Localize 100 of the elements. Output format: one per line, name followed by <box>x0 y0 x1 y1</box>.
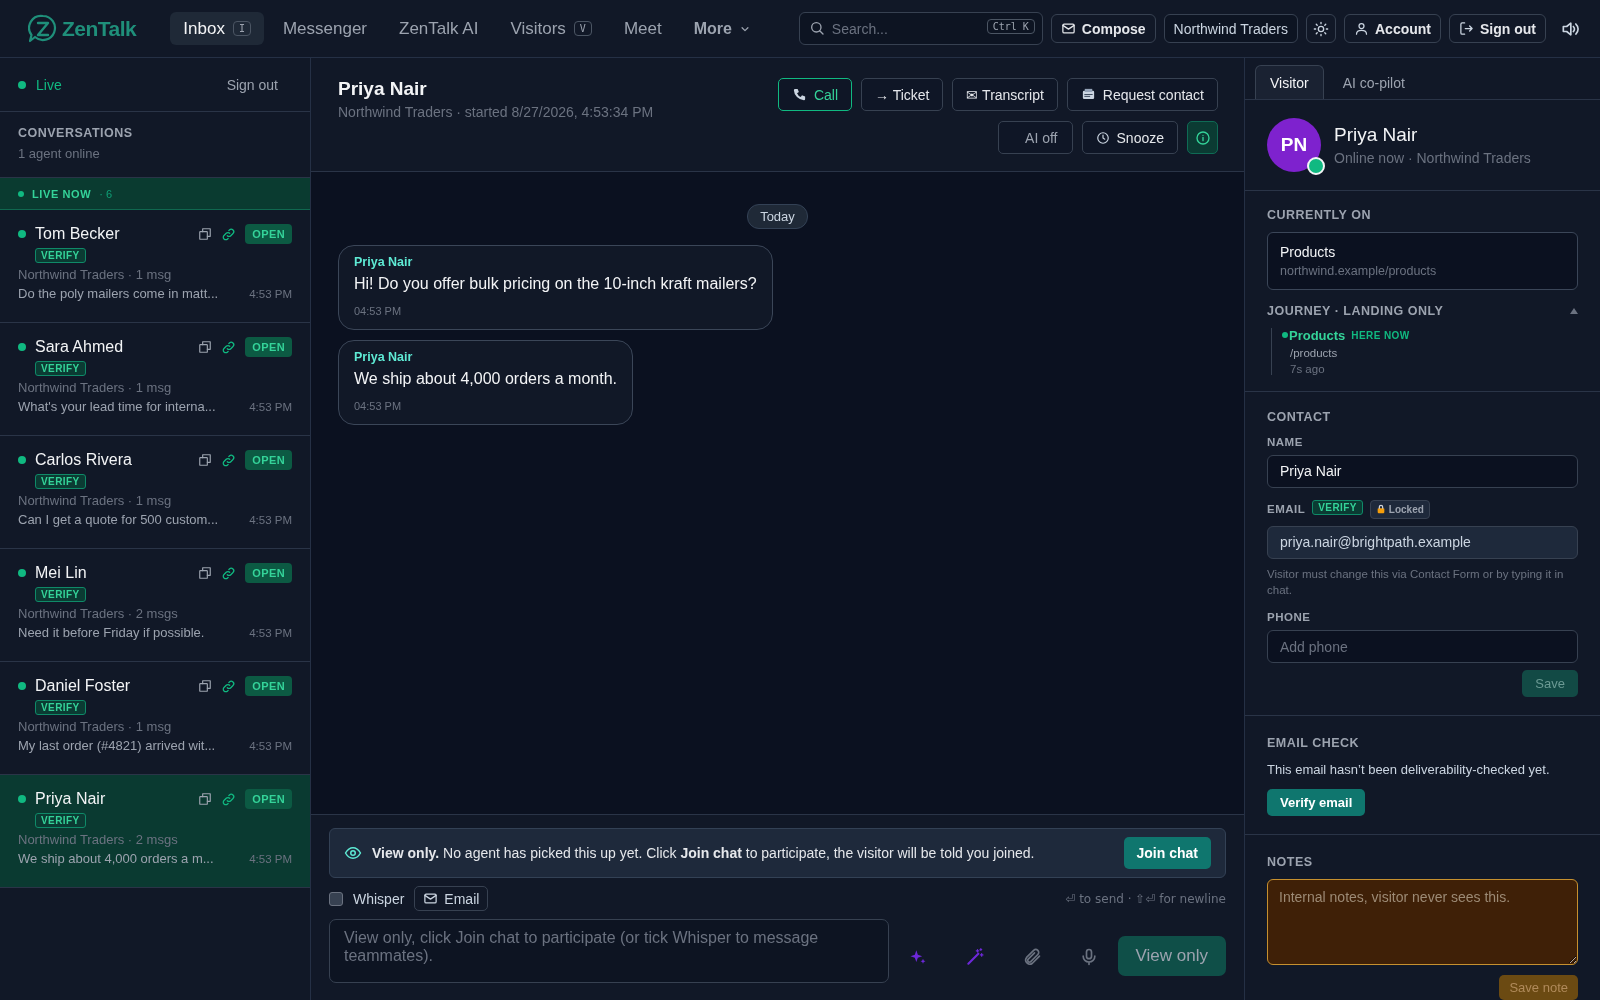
conversation-item[interactable]: Priya Nair OPEN VERIFY Northwind Traders · 2 msgs We ship about 4,000 orders a m... 4:53 PM <box>0 775 310 888</box>
verify-badge: VERIFY <box>1312 499 1363 515</box>
verify-badge: VERIFY <box>35 361 86 376</box>
whisper-label: Whisper <box>353 890 405 907</box>
conversation-item[interactable]: Tom Becker OPEN VERIFY Northwind Traders · 1 msg Do the poly mailers come in matt... 4:53 PM <box>0 210 310 323</box>
visitor-status: Online now · Northwind Traders <box>1334 149 1531 166</box>
banner-text: View only. No agent has picked this up yet. Click Join chat to participate, the visitor will be told you joined. <box>372 845 1036 861</box>
sign-out-link[interactable]: Sign out <box>220 75 284 94</box>
link-icon[interactable] <box>221 565 237 581</box>
snooze-button[interactable]: Snooze <box>1081 121 1178 154</box>
phone-field[interactable]: Add phone <box>1267 630 1578 663</box>
conversation-meta: Northwind Traders · 1 msg <box>18 380 173 395</box>
nav-tab[interactable]: More <box>680 12 763 45</box>
request-contact-button[interactable]: Request contact <box>1066 78 1218 111</box>
helper-text: Visitor must change this via Contact Form or by typing it in chat. <box>1267 566 1565 599</box>
verify-badge: VERIFY <box>35 700 86 715</box>
message-text: Hi! Do you offer bulk pricing on the 10-inch kraft mailers? <box>354 275 757 293</box>
conversation-item[interactable]: Sara Ahmed OPEN VERIFY Northwind Traders · 1 msg What's your lead time for interna... 4:53 PM <box>0 323 310 436</box>
status-label: Live <box>36 76 62 93</box>
conversation-meta: Northwind Traders · 2 msgs <box>18 606 179 621</box>
page-title: Products <box>1280 243 1337 260</box>
section-heading: CONTACT <box>1267 409 1332 424</box>
nav-tab[interactable]: ZenTalk AI <box>386 12 492 45</box>
status-dot <box>18 80 26 89</box>
status-badge: OPEN <box>245 337 292 357</box>
nav-tab[interactable]: Messenger <box>269 12 381 45</box>
contact-name: Tom Becker <box>35 225 121 243</box>
nav-tab[interactable]: Inbox I <box>170 12 264 45</box>
magic-wand-icon[interactable] <box>964 947 985 967</box>
verify-badge: VERIFY <box>35 474 86 489</box>
link-icon[interactable] <box>221 678 237 694</box>
message-preview: My last order (#4821) arrived wit... <box>18 738 217 753</box>
notes-field[interactable]: Internal notes, visitor never sees this. <box>1267 879 1578 965</box>
panel-tab[interactable]: Visitor <box>1255 65 1324 100</box>
copy-icon[interactable] <box>198 679 213 693</box>
verify-badge: VERIFY <box>35 813 86 828</box>
conversation-item[interactable]: Carlos Rivera OPEN VERIFY Northwind Traders · 1 msg Can I get a quote for 500 custom... 4:53 PM <box>0 436 310 549</box>
message-time: 04:53 PM <box>354 400 403 412</box>
email-check-text: This email hasn’t been deliverability-checked yet. <box>1267 762 1551 777</box>
section-heading: CONVERSATIONS <box>18 126 134 140</box>
copy-icon[interactable] <box>198 340 213 354</box>
message-input[interactable]: View only, click Join chat to participate (or tick Whisper to message teammates). <box>329 919 889 983</box>
chat-bubble-logo-icon <box>28 13 58 44</box>
copy-icon[interactable] <box>198 792 213 806</box>
shortcut-key: Ctrl K <box>986 19 1035 34</box>
nav-tab[interactable]: Visitors V <box>497 12 605 45</box>
keyboard-hint: ⏎ to send · ⇧⏎ for newline <box>1065 891 1226 906</box>
call-button[interactable]: Call <box>777 78 852 111</box>
date-divider: Today <box>747 204 808 229</box>
message-time: 4:53 PM <box>249 626 292 639</box>
message-preview: Can I get a quote for 500 custom... <box>18 512 220 527</box>
email-field[interactable]: priya.nair@brightpath.example <box>1267 525 1578 559</box>
collapse-caret-icon[interactable] <box>1570 307 1578 314</box>
message-preview: What's your lead time for interna... <box>18 399 217 414</box>
nav-tab[interactable]: Meet <box>610 12 675 45</box>
verify-email-button[interactable]: Verify email <box>1267 789 1366 816</box>
action-button[interactable]: → Ticket <box>861 78 944 111</box>
action-button[interactable]: ✉ Transcript <box>952 78 1058 111</box>
conversation-item[interactable]: Mei Lin OPEN VERIFY Northwind Traders · 2 msgs Need it before Friday if possible. 4:53 PM <box>0 549 310 662</box>
chat-subtitle: Northwind Traders · started 8/27/2026, 4:53:34 PM <box>338 104 655 120</box>
status-badge: OPEN <box>245 789 292 809</box>
locked-badge: Locked <box>1369 499 1430 519</box>
info-button[interactable] <box>1187 121 1218 154</box>
copy-icon[interactable] <box>198 566 213 580</box>
join-chat-button[interactable]: Join chat <box>1123 837 1211 869</box>
link-icon[interactable] <box>221 226 237 242</box>
conversation-meta: Northwind Traders · 2 msgs <box>18 832 179 847</box>
section-heading: NOTES <box>1267 855 1314 869</box>
status-badge: OPEN <box>245 224 292 244</box>
live-dot <box>18 190 24 197</box>
copy-icon[interactable] <box>198 453 213 467</box>
panel-tab[interactable]: AI co-pilot <box>1327 65 1420 100</box>
field-label: NAME <box>1267 435 1304 448</box>
online-dot <box>18 682 26 690</box>
copy-icon[interactable] <box>198 227 213 241</box>
message-time: 4:53 PM <box>249 513 292 526</box>
sign-out-button[interactable]: Sign out <box>1449 14 1546 43</box>
name-field[interactable]: Priya Nair <box>1267 454 1578 488</box>
here-now-label: HERE NOW <box>1351 329 1410 341</box>
link-icon[interactable] <box>221 339 237 355</box>
action-button[interactable]: AI off <box>998 121 1073 154</box>
workspace-button[interactable]: Northwind Traders <box>1163 14 1298 43</box>
whisper-checkbox[interactable] <box>329 891 343 906</box>
message-time: 4:53 PM <box>249 739 292 752</box>
message-time: 4:53 PM <box>249 287 292 300</box>
account-button[interactable]: Account <box>1344 14 1441 43</box>
page-url: northwind.example/products <box>1280 263 1438 278</box>
theme-button[interactable] <box>1306 14 1336 43</box>
contact-name: Mei Lin <box>35 564 88 582</box>
shortcut-key: V <box>573 21 592 36</box>
verify-badge: VERIFY <box>35 587 86 602</box>
visitor-name: Priya Nair <box>1334 123 1419 146</box>
link-icon[interactable] <box>221 452 237 468</box>
link-icon[interactable] <box>221 791 237 807</box>
email-button[interactable]: Email <box>414 886 489 911</box>
compose-button[interactable]: Compose <box>1050 14 1156 43</box>
message-preview: We ship about 4,000 orders a m... <box>18 851 215 866</box>
status-badge: OPEN <box>245 563 292 583</box>
user-icon <box>1354 21 1369 36</box>
avatar: PN <box>1267 117 1321 172</box>
